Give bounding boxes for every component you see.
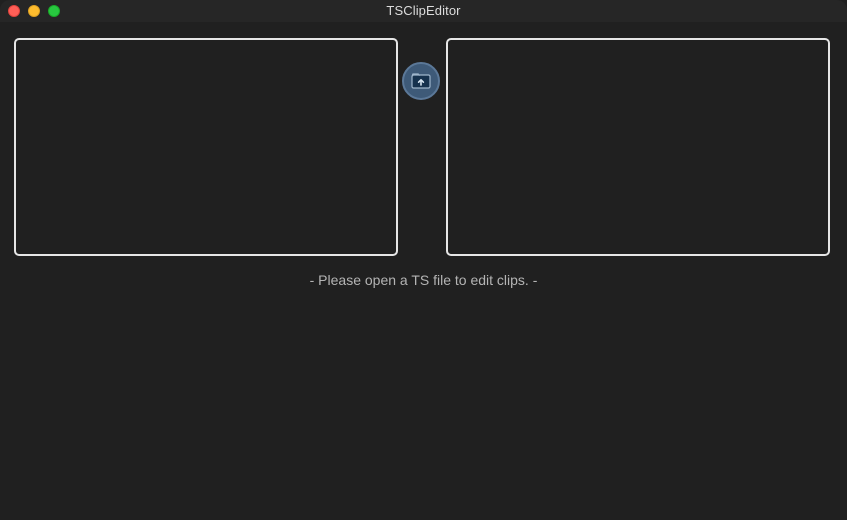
open-file-button[interactable] [402, 62, 440, 100]
right-preview-pane [446, 38, 830, 256]
window-title: TSClipEditor [386, 3, 461, 18]
app-window: TSClipEditor - Please open a TS file to … [0, 0, 847, 520]
left-preview-pane [14, 38, 398, 256]
title-bar[interactable]: TSClipEditor [0, 0, 847, 22]
folder-open-icon [411, 73, 431, 89]
status-message: - Please open a TS file to edit clips. - [309, 272, 538, 288]
